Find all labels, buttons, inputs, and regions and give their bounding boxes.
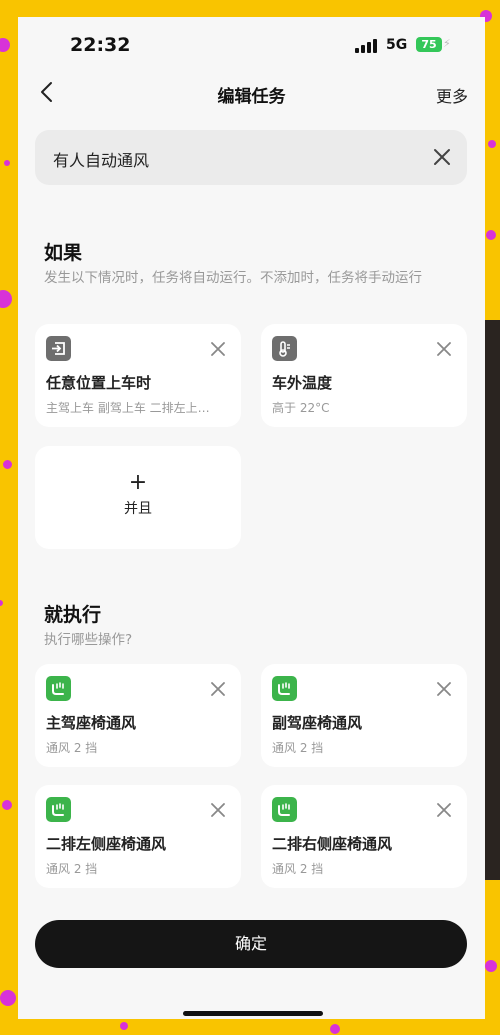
condition-subtitle: 高于 22°C [272,401,330,415]
charging-icon: ⚡ [443,37,451,50]
add-condition-button[interactable]: + 并且 [35,446,241,549]
remove-icon[interactable] [437,682,451,696]
remove-icon[interactable] [211,803,225,817]
action-subtitle: 通风 2 挡 [46,862,98,876]
nav-bar: 编辑任务 更多 [18,73,485,115]
if-section-title: 如果 [44,242,83,264]
battery-level: 75 [421,38,437,51]
task-name-value[interactable]: 有人自动通风 [53,147,149,171]
then-section-description: 执行哪些操作? [44,632,133,648]
plus-icon: + [128,470,148,495]
action-card-3[interactable]: 二排左侧座椅通风 通风 2 挡 [35,785,241,888]
action-title: 二排左侧座椅通风 [46,835,167,853]
condition-card-2[interactable]: 车外温度 高于 22°C [261,324,467,427]
thermometer-icon [272,336,297,361]
condition-title: 任意位置上车时 [46,374,152,392]
action-card-4[interactable]: 二排右侧座椅通风 通风 2 挡 [261,785,467,888]
door-enter-icon [46,336,71,361]
signal-icon [355,39,381,53]
action-subtitle: 通风 2 挡 [272,741,324,755]
seat-ventilation-icon [272,797,297,822]
action-subtitle: 通风 2 挡 [46,741,98,755]
more-button[interactable]: 更多 [436,83,468,107]
task-name-input[interactable]: 有人自动通风 [35,130,467,185]
seat-ventilation-icon [272,676,297,701]
action-card-2[interactable]: 副驾座椅通风 通风 2 挡 [261,664,467,767]
action-title: 主驾座椅通风 [46,714,137,732]
clear-icon[interactable] [432,147,452,167]
seat-ventilation-icon [46,797,71,822]
action-subtitle: 通风 2 挡 [272,862,324,876]
battery-icon: 75 [416,37,442,52]
status-time: 22:32 [70,34,131,56]
action-card-1[interactable]: 主驾座椅通风 通风 2 挡 [35,664,241,767]
if-section-description: 发生以下情况时，任务将自动运行。不添加时，任务将手动运行 [44,270,422,286]
action-title: 二排右侧座椅通风 [272,835,393,853]
remove-icon[interactable] [437,803,451,817]
page-title: 编辑任务 [217,87,286,107]
then-section-title: 就执行 [44,604,102,626]
remove-icon[interactable] [211,682,225,696]
confirm-button[interactable]: 确定 [35,920,467,968]
phone-screen: 22:32 5G 75 ⚡ 编辑任务 更多 有人自动通风 如果 发生以下情况时，… [18,17,485,1019]
status-bar: 22:32 5G 75 ⚡ [18,17,485,71]
remove-icon[interactable] [437,342,451,356]
action-title: 副驾座椅通风 [272,714,363,732]
condition-title: 车外温度 [272,374,333,392]
add-condition-label: 并且 [124,501,152,517]
seat-ventilation-icon [46,676,71,701]
network-type: 5G [386,37,408,53]
remove-icon[interactable] [211,342,225,356]
condition-subtitle: 主驾上车 副驾上车 二排左上… [46,401,210,415]
condition-card-1[interactable]: 任意位置上车时 主驾上车 副驾上车 二排左上… [35,324,241,427]
background-photo [484,320,500,880]
home-indicator [183,1011,323,1016]
